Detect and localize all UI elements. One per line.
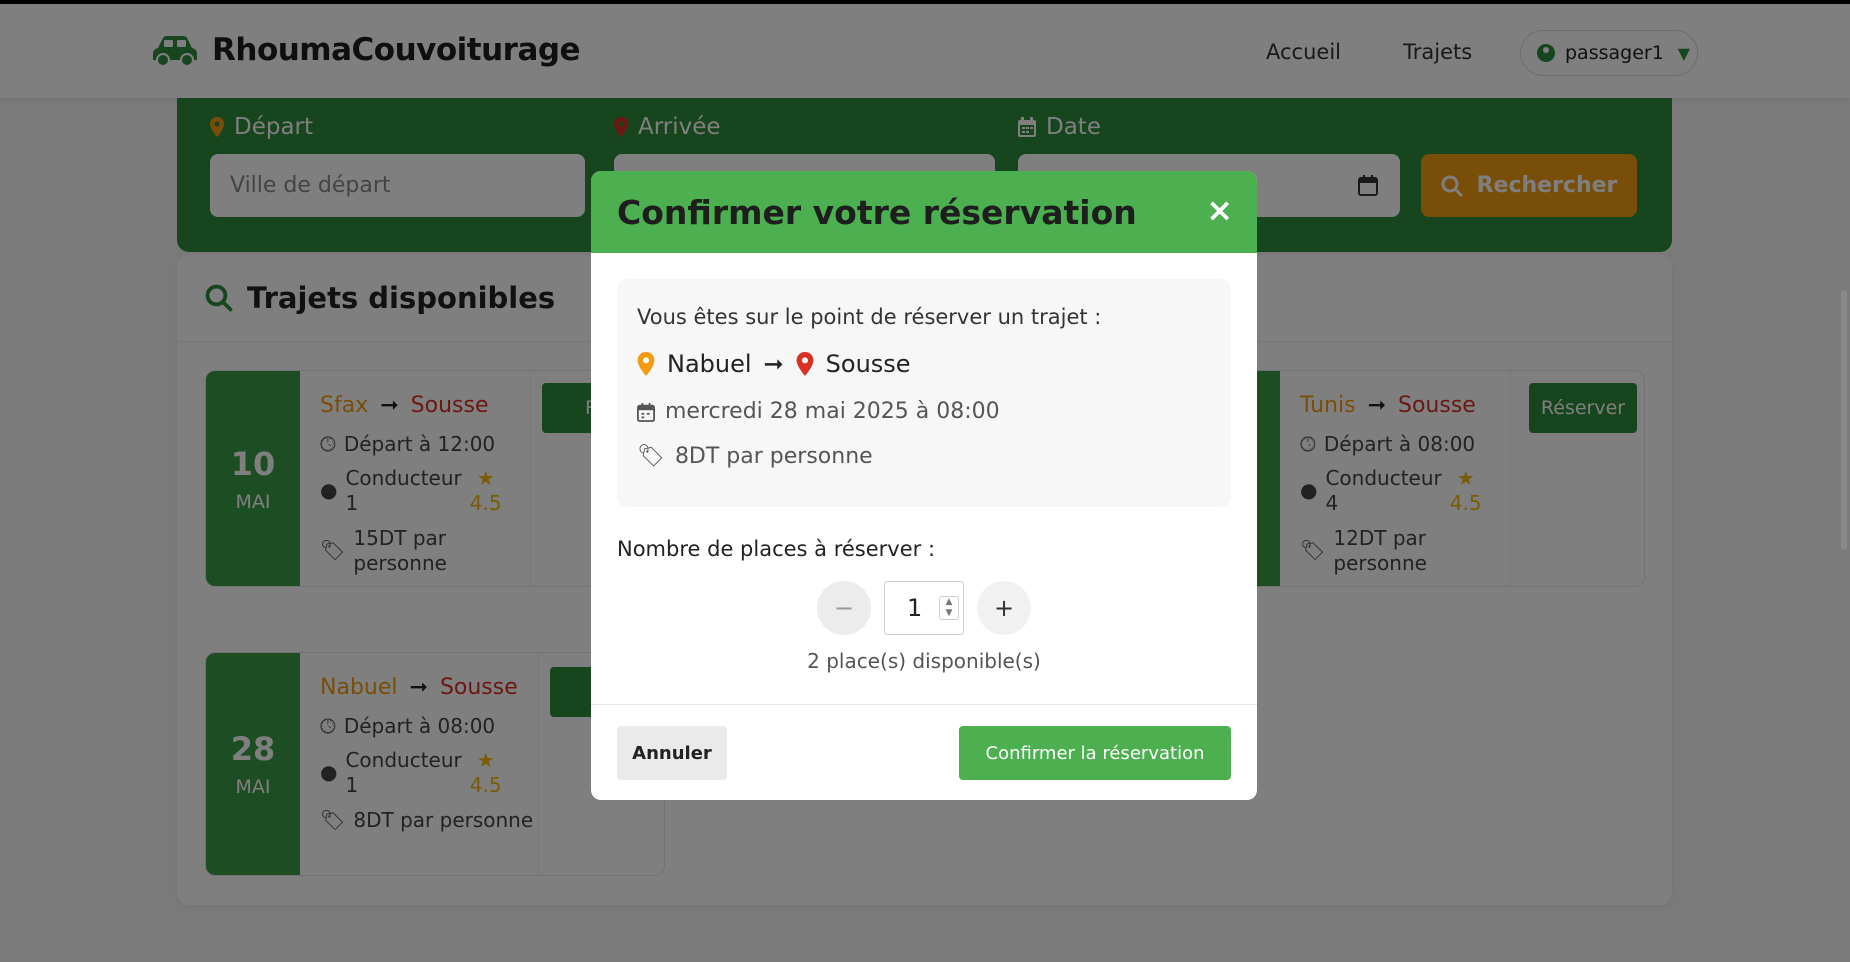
confirm-button[interactable]: Confirmer la réservation	[959, 726, 1231, 780]
reservation-modal: Confirmer votre réservation × Vous êtes …	[591, 171, 1257, 800]
summary-route: Nabuel ➞ Sousse	[637, 350, 911, 378]
modal-title: Confirmer votre réservation	[617, 193, 1137, 232]
close-icon[interactable]: ×	[1206, 191, 1233, 229]
scrollbar[interactable]	[1841, 290, 1847, 550]
modal-header: Confirmer votre réservation ×	[591, 171, 1257, 253]
summary-date: mercredi 28 mai 2025 à 08:00	[637, 399, 1000, 424]
summary-price: 🏷︎ 8DT par personne	[637, 444, 873, 469]
summary-intro: Vous êtes sur le point de réserver un tr…	[637, 305, 1102, 329]
tag-icon: 🏷︎	[637, 444, 665, 469]
map-pin-icon	[796, 352, 814, 376]
divider	[591, 704, 1257, 705]
places-input[interactable]: 1 ▲ ▼	[884, 581, 964, 635]
arrow-right-icon: ➞	[763, 350, 784, 378]
map-pin-icon	[637, 352, 655, 376]
trip-summary: Vous êtes sur le point de réserver un tr…	[617, 279, 1231, 507]
increment-button[interactable]: +	[977, 581, 1031, 635]
summary-to: Sousse	[825, 350, 911, 378]
calendar-icon	[637, 402, 655, 422]
places-label: Nombre de places à réserver :	[617, 537, 936, 561]
spinner-arrows-icon[interactable]: ▲ ▼	[939, 596, 959, 620]
places-available: 2 place(s) disponible(s)	[807, 649, 1041, 673]
summary-from: Nabuel	[667, 350, 752, 378]
cancel-button[interactable]: Annuler	[617, 726, 727, 780]
decrement-button[interactable]: −	[817, 581, 871, 635]
